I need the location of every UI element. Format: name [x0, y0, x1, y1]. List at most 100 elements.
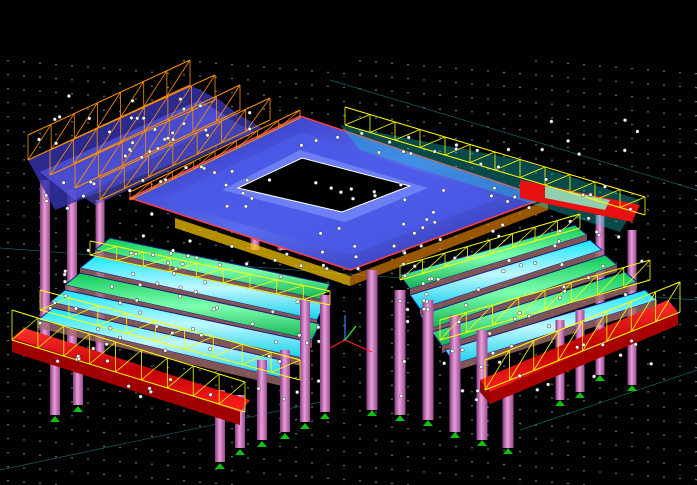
grid-dot — [631, 473, 633, 476]
grid-dot — [615, 360, 617, 363]
analysis-node — [398, 182, 403, 187]
grid-dot — [599, 443, 601, 445]
grid-dot — [647, 363, 649, 365]
grid-dot — [7, 255, 9, 258]
analysis-node — [506, 147, 511, 152]
grid-dot — [679, 141, 681, 144]
grid-dot — [535, 158, 537, 160]
analysis-node — [140, 178, 145, 183]
grid-dot — [663, 462, 665, 464]
grid-dot — [663, 280, 665, 282]
analysis-node — [267, 177, 272, 183]
grid-dot — [359, 298, 361, 300]
grid-dot — [311, 378, 313, 380]
grid-dot — [167, 72, 169, 75]
grid-dot — [407, 469, 409, 472]
grid-dot — [295, 68, 297, 71]
analysis-node — [181, 121, 186, 126]
analysis-node — [649, 361, 654, 366]
grid-dot — [23, 61, 25, 63]
grid-dot — [87, 388, 89, 390]
grid-dot — [663, 252, 665, 254]
grid-dot — [615, 234, 617, 237]
grid-dot — [519, 156, 521, 159]
analysis-node — [527, 313, 532, 318]
grid-dot — [647, 153, 649, 155]
analysis-node — [73, 306, 78, 311]
analysis-node — [424, 292, 429, 297]
grid-dot — [375, 453, 377, 455]
grid-dot — [519, 128, 521, 131]
grid-dot — [151, 435, 153, 437]
grid-dot — [647, 391, 649, 393]
grid-dot — [151, 421, 153, 423]
column — [422, 300, 434, 420]
grid-dot — [615, 444, 617, 447]
grid-dot — [247, 415, 249, 417]
grid-dot — [679, 211, 681, 214]
grid-dot — [391, 482, 393, 485]
grid-dot — [119, 418, 121, 421]
analysis-node — [224, 183, 229, 188]
grid-dot — [615, 94, 617, 97]
grid-dot — [535, 410, 537, 412]
analysis-node — [487, 331, 492, 336]
grid-dot — [23, 201, 25, 203]
grid-dot — [631, 445, 633, 448]
grid-dot — [647, 251, 649, 253]
grid-dot — [215, 384, 217, 387]
grid-dot — [295, 96, 297, 99]
grid-dot — [407, 427, 409, 430]
structural-model-canvas[interactable] — [0, 0, 697, 485]
analysis-node — [133, 252, 138, 257]
grid-dot — [327, 449, 329, 452]
analysis-node — [329, 186, 334, 191]
grid-dot — [23, 285, 25, 287]
grid-dot — [231, 77, 233, 80]
grid-dot — [199, 425, 201, 427]
grid-dot — [407, 63, 409, 66]
grid-dot — [391, 286, 393, 289]
grid-dot — [391, 440, 393, 443]
analysis-node — [91, 181, 97, 186]
grid-dot — [231, 259, 233, 262]
grid-dot — [151, 477, 153, 479]
grid-dot — [55, 133, 57, 136]
analysis-node — [321, 263, 326, 268]
grid-dot — [135, 210, 137, 212]
analysis-node — [154, 324, 159, 329]
grid-dot — [7, 241, 9, 244]
grid-dot — [471, 96, 473, 99]
grid-dot — [39, 132, 41, 134]
grid-dot — [631, 67, 633, 70]
grid-dot — [199, 439, 201, 441]
analysis-node — [479, 364, 484, 370]
grid-dot — [55, 91, 57, 94]
analysis-node — [402, 273, 408, 278]
grid-dot — [423, 443, 425, 445]
analysis-node — [250, 321, 255, 326]
grid-dot — [135, 238, 137, 240]
grid-dot — [311, 420, 313, 422]
grid-dot — [535, 396, 537, 398]
grid-dot — [39, 90, 41, 92]
grid-dot — [215, 370, 217, 373]
grid-dot — [135, 224, 137, 226]
grid-dot — [599, 415, 601, 417]
grid-dot — [663, 238, 665, 240]
grid-dot — [71, 134, 73, 137]
fixed-support-icon — [367, 410, 377, 416]
grid-dot — [519, 352, 521, 355]
grid-dot — [663, 182, 665, 184]
model-viewport[interactable] — [0, 0, 697, 485]
analysis-node — [387, 140, 392, 145]
grid-dot — [519, 436, 521, 439]
grid-dot — [87, 346, 89, 348]
grid-dot — [71, 428, 73, 431]
analysis-node — [562, 289, 567, 294]
grid-dot — [71, 106, 73, 109]
analysis-node — [273, 258, 278, 263]
analysis-node — [123, 153, 128, 159]
grid-dot — [439, 136, 441, 138]
analysis-node — [282, 397, 287, 402]
